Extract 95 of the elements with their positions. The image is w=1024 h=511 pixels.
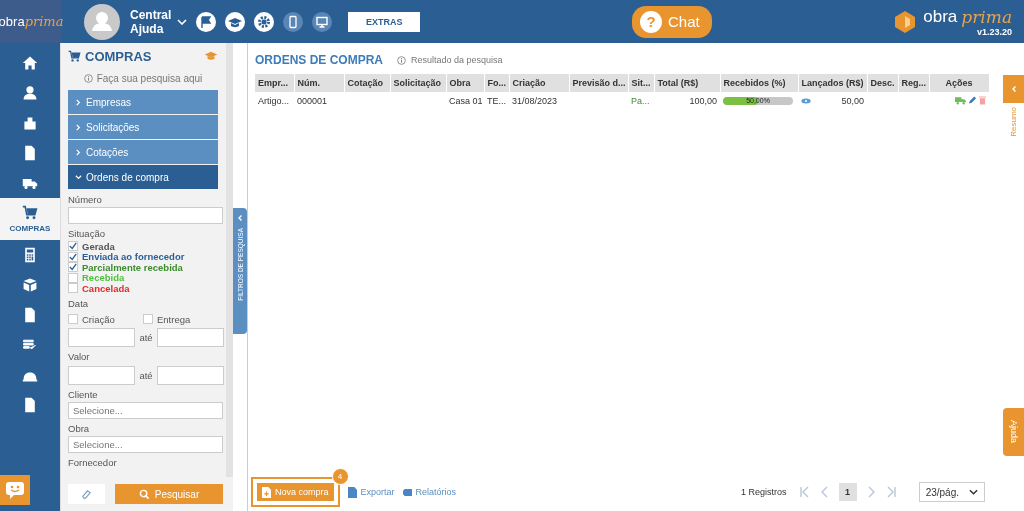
table-cell: Artigo... bbox=[258, 95, 289, 106]
column-header[interactable]: Obra bbox=[446, 74, 484, 92]
table-cell: Casa 01 bbox=[449, 95, 483, 106]
field-label: Cliente bbox=[68, 388, 99, 400]
field-label: Obra bbox=[68, 422, 91, 434]
field-label: Situação bbox=[68, 228, 106, 239]
column-header[interactable]: Ações bbox=[929, 74, 989, 92]
table-cell: 000001 bbox=[297, 95, 328, 106]
page-title: ORDENS DE COMPRA bbox=[255, 53, 383, 67]
value-to-field[interactable] bbox=[157, 365, 224, 385]
column-header[interactable]: Empr... bbox=[255, 74, 294, 92]
box-icon bbox=[22, 277, 38, 293]
brand-logo-icon bbox=[893, 9, 918, 34]
field-label: Fornecedor bbox=[68, 456, 118, 468]
table-cell: 100,00 bbox=[689, 95, 717, 106]
chevron-icon bbox=[236, 214, 244, 222]
chevron-icon bbox=[75, 123, 82, 131]
table-cell: Pa... bbox=[631, 95, 650, 106]
extras-button[interactable]: EXTRAS bbox=[348, 11, 421, 32]
column-header[interactable]: Criação bbox=[509, 74, 569, 92]
eye-icon[interactable] bbox=[801, 97, 811, 104]
page-number[interactable]: 1 bbox=[838, 483, 857, 501]
column-header[interactable]: Previsão d... bbox=[569, 74, 628, 92]
column-header[interactable]: Sit... bbox=[628, 74, 654, 92]
search-icon bbox=[138, 488, 150, 500]
version-label: v1.23.20 bbox=[976, 26, 1012, 37]
info-icon bbox=[397, 55, 406, 65]
nav-item[interactable]: COMPRAS bbox=[0, 198, 60, 240]
tag-icon bbox=[402, 486, 412, 498]
caret-icon[interactable] bbox=[177, 18, 188, 25]
date-from-field[interactable] bbox=[68, 327, 135, 347]
table-cell: 50,00 bbox=[841, 95, 864, 106]
page-size-select[interactable]: 23/pág. bbox=[918, 482, 985, 502]
cart-icon bbox=[68, 49, 81, 63]
date-checkbox[interactable]: Criação bbox=[68, 312, 143, 326]
graduation-cap-icon[interactable] bbox=[225, 11, 246, 32]
column-header[interactable]: Total (R$) bbox=[654, 74, 720, 92]
column-header[interactable]: Fo... bbox=[484, 74, 509, 92]
document-icon bbox=[22, 397, 38, 413]
cart-icon bbox=[22, 205, 38, 221]
range-separator: até bbox=[139, 369, 153, 381]
records-count: 1 Registros bbox=[741, 487, 787, 497]
home-icon bbox=[22, 55, 38, 71]
results-hint: Resultado da pesquisa bbox=[411, 55, 503, 65]
badge: 4 bbox=[331, 468, 349, 485]
status-checkbox[interactable]: Cancelada bbox=[68, 283, 218, 294]
field-label: Valor bbox=[68, 350, 91, 362]
chevron-icon bbox=[75, 98, 82, 106]
invoice-icon bbox=[22, 145, 38, 161]
reports-link[interactable]: Relatórios bbox=[402, 486, 457, 498]
date-to-field[interactable] bbox=[157, 327, 224, 347]
table-cell: TE... bbox=[487, 95, 506, 106]
column-header[interactable]: Núm. bbox=[294, 74, 344, 92]
export-link[interactable]: Exportar bbox=[347, 486, 395, 498]
pencil-icon[interactable] bbox=[968, 94, 977, 105]
avatar-icon[interactable] bbox=[84, 3, 120, 40]
logo: obraprima bbox=[0, 0, 62, 43]
phone-icon[interactable] bbox=[283, 11, 304, 32]
status-checkbox[interactable]: Parcialmente recebida bbox=[68, 262, 218, 273]
table-cell: 31/08/2023 bbox=[512, 95, 558, 106]
range-separator: até bbox=[139, 331, 153, 343]
column-header[interactable]: Cotação bbox=[344, 74, 390, 92]
info-icon bbox=[83, 74, 93, 83]
monitor-icon[interactable] bbox=[312, 11, 333, 32]
column-header[interactable]: Desc. bbox=[867, 74, 898, 92]
status-checkbox[interactable]: Enviada ao fornecedor bbox=[68, 251, 218, 262]
eraser-icon bbox=[81, 488, 92, 500]
checked-document-icon bbox=[22, 307, 38, 323]
column-header[interactable]: Reg... bbox=[898, 74, 929, 92]
file-plus-icon bbox=[262, 486, 271, 498]
chevron-icon bbox=[75, 148, 82, 156]
file-icon bbox=[347, 486, 357, 498]
column-header[interactable]: Solicitação bbox=[390, 74, 446, 92]
date-checkbox[interactable]: Entrega bbox=[143, 312, 218, 326]
calculator-icon bbox=[22, 247, 38, 263]
flag-icon[interactable] bbox=[196, 11, 217, 32]
user-name[interactable]: Central Ajuda bbox=[130, 7, 172, 36]
chevron-icon bbox=[75, 173, 82, 181]
client-select[interactable]: Selecione... bbox=[68, 401, 223, 419]
caret-icon bbox=[969, 489, 978, 495]
panel-title: COMPRAS bbox=[85, 48, 152, 64]
work-select[interactable]: Selecione... bbox=[68, 435, 223, 453]
building-icon bbox=[22, 115, 38, 131]
user-icon bbox=[22, 85, 38, 101]
column-header[interactable]: Recebidos (%) bbox=[720, 74, 798, 92]
number-field[interactable] bbox=[68, 207, 223, 224]
field-label: Data bbox=[68, 297, 90, 309]
field-label: Número bbox=[68, 194, 103, 205]
brand-name: obra prima bbox=[923, 6, 1012, 27]
column-header[interactable]: Lançados (R$) bbox=[798, 74, 867, 92]
accordion-section[interactable]: Ordens de compra bbox=[68, 165, 218, 189]
status-checkbox[interactable]: Gerada bbox=[68, 241, 218, 252]
settings-icon[interactable] bbox=[254, 11, 275, 32]
search-hint: Faça sua pesquisa aqui bbox=[96, 73, 203, 84]
value-from-field[interactable] bbox=[68, 365, 135, 385]
